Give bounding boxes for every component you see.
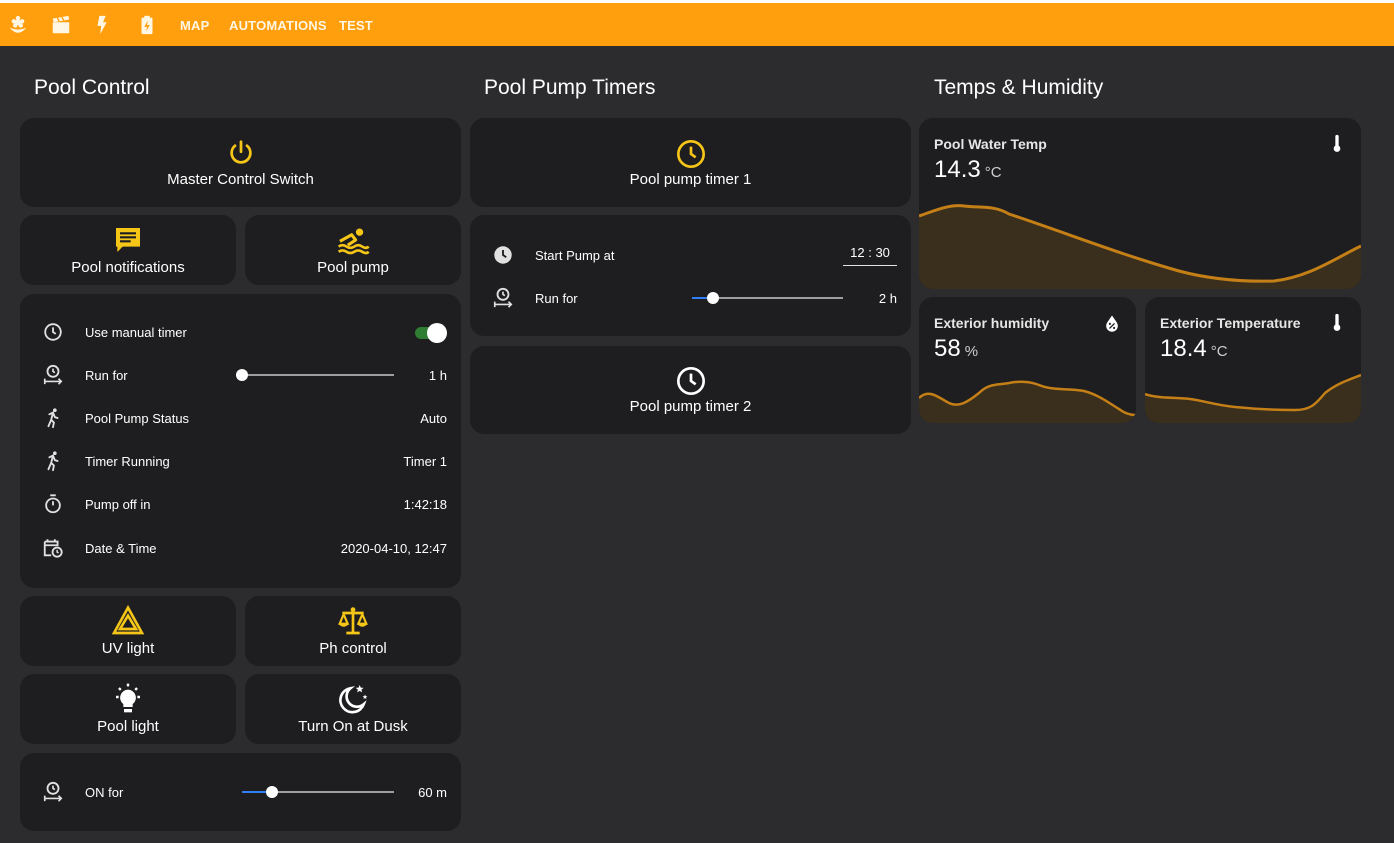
run-icon [47, 408, 59, 429]
pool-water-temp-graph [919, 204, 1361, 289]
timer-run-for-slider[interactable] [692, 291, 843, 305]
pool-pump-timer-2-button[interactable]: Pool pump timer 2 [470, 346, 911, 434]
master-control-switch-label: Master Control Switch [167, 171, 314, 188]
on-for-slider[interactable] [242, 785, 394, 799]
exterior-temperature-unit: °C [1210, 343, 1228, 360]
turn-on-at-dusk-button[interactable]: Turn On at Dusk [245, 674, 461, 744]
start-hour: 12 [850, 245, 865, 260]
on-for-label: ON for [85, 785, 124, 800]
flower-icon[interactable] [7, 14, 29, 36]
light-duration-card: ON for 60 m [20, 753, 461, 831]
pool-pump-timers-title: Pool Pump Timers [484, 76, 656, 99]
exterior-temperature-value-wrap: 18.4 °C [1160, 335, 1228, 363]
pool-pump-timer-2-label: Pool pump timer 2 [629, 398, 752, 415]
date-time-label: Date & Time [85, 541, 157, 556]
top-toolbar: MAP AUTOMATIONS TEST [0, 3, 1394, 46]
exterior-temperature-value: 18.4 [1160, 335, 1207, 362]
pump-off-in-value: 1:42:18 [403, 497, 447, 512]
pool-pump-timer-1-button[interactable]: Pool pump timer 1 [470, 118, 911, 207]
battery-charging-icon[interactable] [136, 14, 158, 36]
nav-test[interactable]: TEST [339, 18, 373, 33]
start-pump-at-label: Start Pump at [535, 248, 615, 263]
use-manual-timer-label: Use manual timer [85, 325, 187, 340]
exterior-temperature-card[interactable]: Exterior Temperature 18.4 °C [1145, 297, 1361, 423]
start-time-input[interactable]: 12 : 30 [843, 245, 897, 266]
pool-control-title: Pool Control [34, 76, 150, 99]
timer-range-icon [43, 364, 63, 385]
power-icon [229, 140, 252, 164]
pool-light-button[interactable]: Pool light [20, 674, 236, 744]
pool-notifications-label: Pool notifications [71, 259, 185, 276]
clock-icon [44, 323, 62, 341]
timer-running-label: Timer Running [85, 454, 170, 469]
swimmer-icon [337, 228, 370, 255]
turn-on-at-dusk-label: Turn On at Dusk [298, 718, 408, 735]
master-control-switch-button[interactable]: Master Control Switch [20, 118, 461, 207]
pool-pump-status-value: Auto [420, 411, 447, 426]
exterior-temperature-name: Exterior Temperature [1160, 315, 1301, 331]
pool-water-temp-value-wrap: 14.3 °C [934, 156, 1002, 184]
moon-stars-icon [339, 685, 368, 714]
pool-pump-entities-card: Use manual timer Run for 1 h Pool Pump S… [20, 294, 461, 588]
temps-humidity-title: Temps & Humidity [934, 76, 1104, 99]
pool-notifications-button[interactable]: Pool notifications [20, 215, 236, 285]
clock-icon [676, 140, 705, 168]
uv-light-label: UV light [101, 640, 155, 657]
pump-off-in-label: Pump off in [85, 497, 151, 512]
exterior-humidity-unit: % [964, 343, 979, 360]
pool-pump-label: Pool pump [317, 259, 389, 276]
run-for-value: 1 h [428, 368, 447, 383]
use-manual-timer-toggle[interactable] [413, 323, 447, 343]
clapperboard-icon[interactable] [50, 14, 72, 36]
nav-map[interactable]: MAP [180, 18, 210, 33]
run-for-slider[interactable] [236, 368, 394, 382]
clock-icon [676, 367, 705, 395]
exterior-humidity-graph [919, 380, 1136, 423]
water-percent-icon [1106, 315, 1118, 332]
nav-automations[interactable]: AUTOMATIONS [229, 18, 327, 33]
timer-run-for-label: Run for [535, 291, 578, 306]
exterior-temperature-graph [1145, 373, 1361, 423]
uv-light-button[interactable]: UV light [20, 596, 236, 666]
warning-triangle-icon [111, 605, 145, 635]
pool-pump-timer-1-label: Pool pump timer 1 [629, 171, 752, 188]
exterior-humidity-value-wrap: 58% [934, 335, 978, 363]
time-separator: : [868, 245, 872, 260]
pool-water-temp-name: Pool Water Temp [934, 136, 1047, 152]
exterior-humidity-card[interactable]: Exterior humidity 58% [919, 297, 1136, 423]
message-text-icon [116, 228, 140, 252]
pool-water-temp-unit: °C [984, 164, 1002, 181]
timer-running-value: Timer 1 [403, 454, 447, 469]
thermometer-icon [1333, 313, 1341, 331]
pool-water-temp-card[interactable]: Pool Water Temp 14.3 °C [919, 118, 1361, 289]
pool-pump-button[interactable]: Pool pump [245, 215, 461, 285]
ph-control-button[interactable]: Ph control [245, 596, 461, 666]
timer-run-for-value: 2 h [878, 291, 897, 306]
start-minute: 30 [875, 245, 890, 260]
calendar-clock-icon [43, 539, 63, 558]
lightbulb-icon [116, 683, 140, 713]
pool-water-temp-value: 14.3 [934, 156, 981, 183]
on-for-value: 60 m [418, 785, 447, 800]
lightning-icon[interactable] [92, 14, 114, 36]
run-for-label: Run for [85, 368, 128, 383]
exterior-humidity-value: 58 [934, 335, 961, 362]
pool-light-label: Pool light [97, 718, 159, 735]
date-time-value: 2020-04-10, 12:47 [340, 541, 447, 556]
timer-settings-card: Start Pump at 12 : 30 Run for 2 h [470, 215, 911, 336]
stopwatch-icon [45, 494, 61, 514]
timer-range-icon [493, 287, 513, 308]
scale-icon [338, 607, 368, 635]
exterior-humidity-name: Exterior humidity [934, 315, 1050, 331]
thermometer-icon [1333, 134, 1341, 152]
ph-control-label: Ph control [319, 640, 387, 657]
pool-pump-status-label: Pool Pump Status [85, 411, 190, 426]
clock-icon [494, 246, 512, 264]
timer-range-icon [43, 781, 63, 802]
run-icon [47, 451, 59, 472]
